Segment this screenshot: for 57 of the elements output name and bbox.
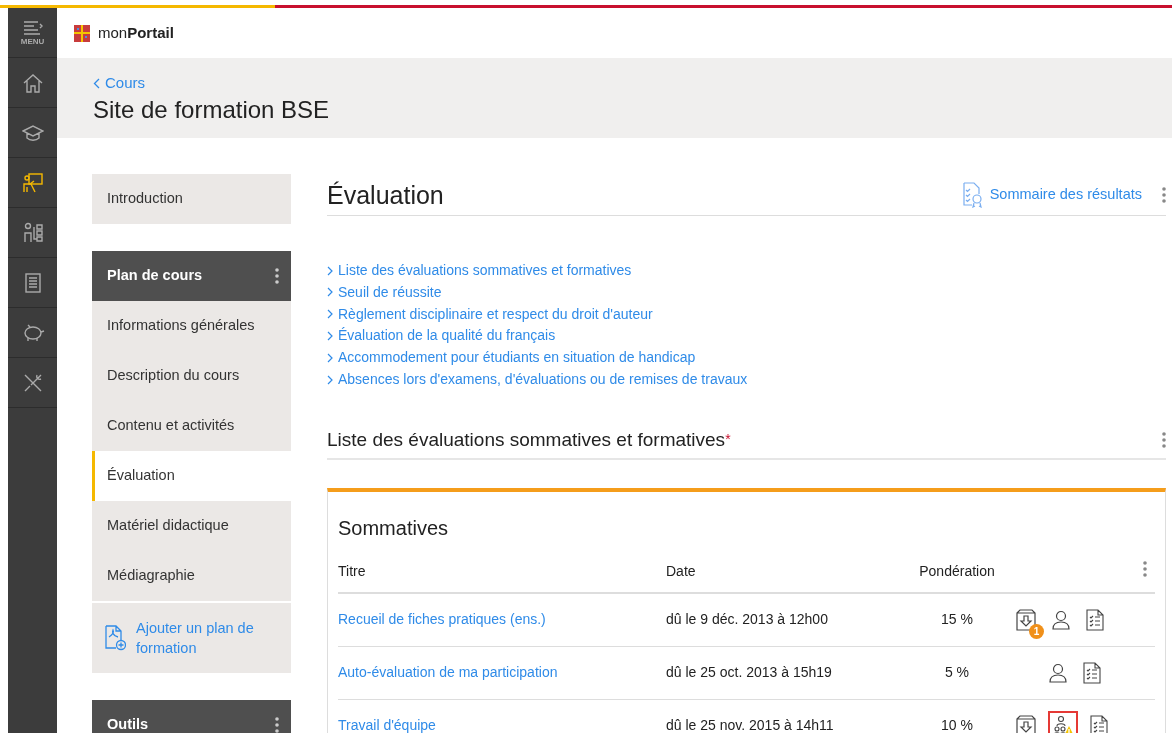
count-badge: 1 (1029, 623, 1044, 639)
anchor-link[interactable]: Absences lors d'examens, d'évaluations ou de remises de travaux (327, 369, 748, 391)
weight-cell: 5 % (944, 664, 970, 681)
anchor-link[interactable]: Accommodement pour étudiants en situation de handicap (327, 347, 696, 369)
sidebar-item[interactable]: Médiagraphie (92, 551, 291, 601)
chevron-right-icon (327, 374, 333, 385)
more-menu-icon[interactable] (1143, 560, 1147, 577)
chevron-left-icon (93, 78, 100, 89)
weight-cell: 15 % (941, 611, 973, 628)
add-pdf-icon (104, 625, 126, 651)
column-header: Pondération (918, 562, 996, 582)
column-header: Titre (338, 562, 367, 582)
document-icon (23, 271, 42, 294)
section-heading: Liste des évaluations sommatives et formatives (327, 428, 726, 452)
more-menu-icon[interactable] (1162, 186, 1166, 203)
sidebar-group-title: Plan de cours (107, 266, 203, 286)
chevron-right-icon (327, 309, 333, 320)
assessment-link[interactable]: Travail d'équipe (338, 717, 436, 733)
chevron-right-icon (327, 352, 333, 363)
org-chart-icon (21, 221, 44, 244)
more-menu-icon[interactable] (1162, 432, 1166, 449)
presenter-icon (21, 171, 44, 194)
rail-button[interactable]: MENU (8, 8, 57, 58)
menu-icon (21, 19, 44, 36)
column-header: Date (666, 562, 697, 582)
breadcrumb-link[interactable]: Cours (93, 72, 145, 95)
sidebar-item[interactable]: Informations générales (92, 301, 291, 351)
assessment-link[interactable]: Recueil de fiches pratiques (ens.) (338, 611, 546, 628)
chevron-right-icon (327, 287, 333, 298)
page-title: Site de formation BSE (93, 96, 331, 125)
date-cell-text: dû le 25 nov. 2015 à 14h11 (666, 716, 835, 733)
brand-name[interactable]: monPortail (98, 21, 174, 45)
certificate-icon (961, 181, 984, 208)
required-asterisk: * (725, 429, 731, 449)
weight-cell: 10 % (941, 717, 973, 733)
anchor-link[interactable]: Règlement disciplinaire et respect du droit d'auteur (327, 303, 653, 325)
chevron-right-icon (327, 331, 333, 341)
graduation-cap-icon (21, 122, 44, 143)
anchor-link[interactable]: Liste des évaluations sommatives et formatives (327, 260, 632, 282)
date-cell-text: dû le 25 oct. 2013 à 15h19 (666, 663, 833, 683)
team-warning-icon[interactable] (1048, 710, 1078, 733)
anchor-link[interactable]: Évaluation de la qualité du français (327, 325, 556, 347)
more-menu-icon[interactable] (275, 717, 279, 733)
sidebar-item[interactable]: Description du cours (92, 351, 291, 401)
chevron-right-icon (327, 265, 333, 276)
sidebar-item[interactable]: Contenu et activités (92, 401, 291, 451)
sidebar-group-title: Outils (107, 715, 149, 733)
sidebar-item[interactable]: Matériel didactique (92, 501, 291, 551)
summary-link[interactable]: Sommaire des résultats (961, 181, 1142, 208)
date-cell-text: dû le 9 déc. 2013 à 12h00 (666, 610, 829, 630)
sidebar-item[interactable]: Introduction (92, 174, 291, 224)
more-menu-icon[interactable] (275, 268, 279, 284)
card-heading: Sommatives (338, 515, 450, 540)
assessment-link[interactable]: Auto-évaluation de ma participation (338, 664, 558, 681)
anchor-link[interactable]: Seuil de réussite (327, 281, 442, 303)
logo-icon (74, 24, 90, 42)
section-title: Évaluation (327, 179, 444, 210)
